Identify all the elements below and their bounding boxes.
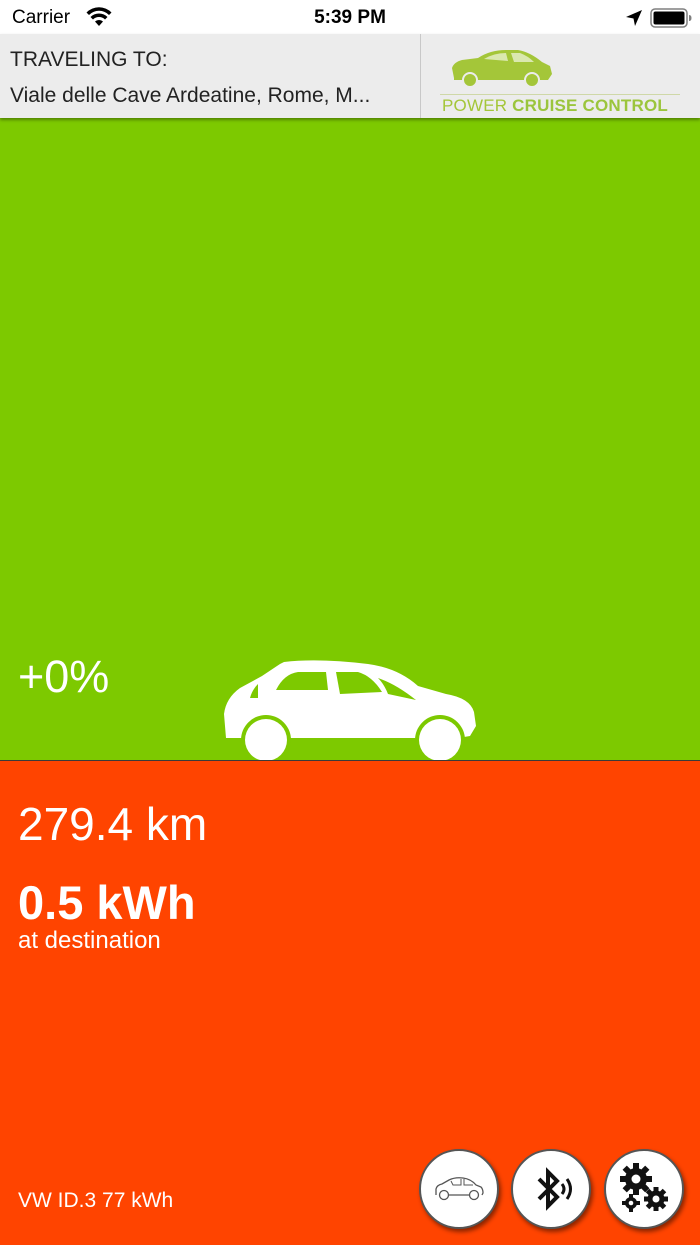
- consumption-percent: +0%: [18, 651, 110, 702]
- status-bar: Carrier 5:39 PM: [0, 0, 700, 34]
- traveling-to-label: TRAVELING TO:: [10, 48, 168, 71]
- destination-header[interactable]: TRAVELING TO: Viale delle Cave Ardeatine…: [0, 34, 700, 118]
- logo-text: POWER CRUISE CONTROL: [442, 96, 668, 115]
- location-arrow-icon: [626, 10, 642, 26]
- range-panel: 279.4 km 0.5 kWh at destination VW ID.3 …: [0, 760, 700, 1245]
- battery-icon: [650, 8, 692, 28]
- header-divider: [420, 34, 421, 118]
- power-cruise-control-logo: POWER CRUISE CONTROL: [440, 46, 685, 116]
- vehicle-select-button[interactable]: [419, 1149, 499, 1229]
- bluetooth-button[interactable]: [511, 1149, 591, 1229]
- logo-underline: [440, 94, 680, 95]
- car-outline-icon: [435, 1177, 484, 1201]
- bluetooth-icon: [537, 1167, 572, 1211]
- energy-caption: at destination: [18, 927, 161, 954]
- destination-address[interactable]: Viale delle Cave Ardeatine, Rome, M...: [10, 84, 405, 108]
- energy-at-destination: 0.5 kWh: [18, 876, 196, 929]
- clock: 5:39 PM: [314, 7, 386, 28]
- consumption-gauge-panel: +0%: [0, 118, 700, 762]
- settings-icon: [620, 1163, 668, 1212]
- logo-car-icon: [452, 50, 552, 88]
- vehicle-label: VW ID.3 77 kWh: [18, 1189, 174, 1212]
- car-icon: [224, 660, 476, 762]
- settings-button[interactable]: [604, 1149, 684, 1229]
- distance-value: 279.4 km: [18, 798, 208, 850]
